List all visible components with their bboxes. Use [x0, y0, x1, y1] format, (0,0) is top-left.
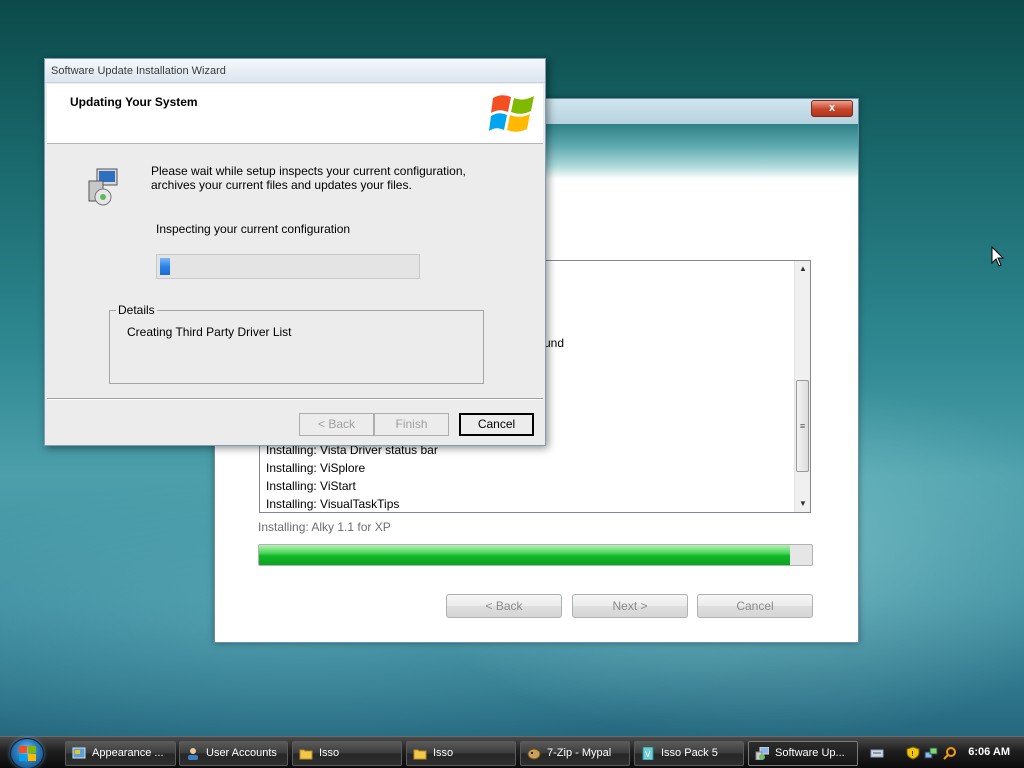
details-text: Creating Third Party Driver List: [127, 325, 292, 339]
windows-flag-icon: [19, 746, 36, 761]
wizard-description: Please wait while setup inspects your cu…: [151, 164, 466, 192]
back-button[interactable]: < Back: [446, 594, 562, 618]
system-tray: ! 6:06 AM: [860, 737, 1024, 768]
mouse-cursor-icon: [991, 246, 1005, 267]
wizard-back-button[interactable]: < Back: [299, 413, 374, 436]
scroll-thumb[interactable]: ≡: [796, 380, 809, 472]
svg-text:V: V: [645, 750, 651, 759]
finish-button[interactable]: Finish: [374, 413, 449, 436]
network-icon[interactable]: [924, 746, 938, 760]
installer-icon: [755, 747, 769, 760]
taskbar-item-isso-folder[interactable]: Isso: [406, 741, 516, 766]
taskbar-item-label: Isso Pack 5: [661, 747, 718, 759]
taskbar-item-software-update[interactable]: Software Up...: [748, 741, 858, 766]
install-progress-fill: [259, 545, 790, 565]
cancel-button[interactable]: Cancel: [697, 594, 813, 618]
keyboard-icon[interactable]: [870, 746, 884, 760]
folder-icon: [413, 749, 427, 760]
details-legend: Details: [116, 303, 157, 317]
close-button[interactable]: x: [811, 100, 853, 117]
details-groupbox: Details Creating Third Party Driver List: [109, 303, 484, 384]
svg-text:!: !: [911, 750, 914, 758]
log-line: Installing: ViStart: [266, 479, 356, 493]
start-button[interactable]: [10, 738, 44, 768]
document-icon: V: [642, 747, 654, 760]
browser-icon: [527, 748, 541, 760]
taskbar-item-label: Isso: [319, 747, 340, 759]
folder-icon: [299, 749, 313, 760]
wizard-titlebar[interactable]: Software Update Installation Wizard: [45, 59, 545, 83]
security-shield-icon[interactable]: !: [906, 746, 920, 760]
page-title: Updating Your System: [70, 95, 198, 109]
wizard-progress-fill: [160, 258, 170, 275]
install-progress-bar: [258, 544, 813, 566]
wizard-progress-bar: [156, 254, 420, 279]
taskbar-item-isso-folder[interactable]: Isso: [292, 741, 402, 766]
appearance-icon: [72, 747, 86, 759]
user-accounts-icon: [188, 748, 198, 760]
taskbar-item-7zip-mypal[interactable]: 7-Zip - Mypal: [520, 741, 630, 766]
log-scrollbar[interactable]: ▲ ≡ ▼: [794, 261, 810, 512]
next-button[interactable]: Next >: [572, 594, 688, 618]
wizard-cancel-button[interactable]: Cancel: [459, 413, 534, 436]
wizard-status-text: Inspecting your current configuration: [156, 222, 351, 236]
wizard-header: Updating Your System: [47, 84, 543, 144]
clock[interactable]: 6:06 AM: [968, 746, 1010, 758]
taskbar: Appearance ... User Accounts Isso Isso 7…: [0, 736, 1024, 768]
taskbar-item-label: 7-Zip - Mypal: [547, 747, 612, 759]
log-partial-text: und: [544, 336, 565, 350]
taskbar-item-label: User Accounts: [206, 747, 277, 759]
scroll-down-arrow-icon[interactable]: ▼: [795, 496, 810, 512]
install-status-text: Installing: Alky 1.1 for XP: [258, 520, 391, 534]
search-icon[interactable]: [943, 746, 957, 760]
taskbar-item-label: Software Up...: [775, 747, 845, 759]
log-line: Installing: ViSplore: [266, 461, 366, 475]
taskbar-item-user-accounts[interactable]: User Accounts: [179, 741, 288, 766]
windows-logo-icon: [489, 95, 534, 132]
setup-computer-icon: [88, 168, 118, 206]
scroll-up-arrow-icon[interactable]: ▲: [795, 261, 810, 277]
taskbar-item-label: Appearance ...: [92, 747, 164, 759]
log-line: Installing: VisualTaskTips: [266, 497, 400, 511]
window-title: Software Update Installation Wizard: [51, 65, 226, 77]
taskbar-item-isso-pack[interactable]: V Isso Pack 5: [634, 741, 744, 766]
taskbar-item-appearance[interactable]: Appearance ...: [65, 741, 176, 766]
wizard-separator: [47, 398, 543, 400]
taskbar-item-label: Isso: [433, 747, 454, 759]
software-update-wizard-dialog[interactable]: Software Update Installation Wizard Upda…: [44, 58, 546, 446]
